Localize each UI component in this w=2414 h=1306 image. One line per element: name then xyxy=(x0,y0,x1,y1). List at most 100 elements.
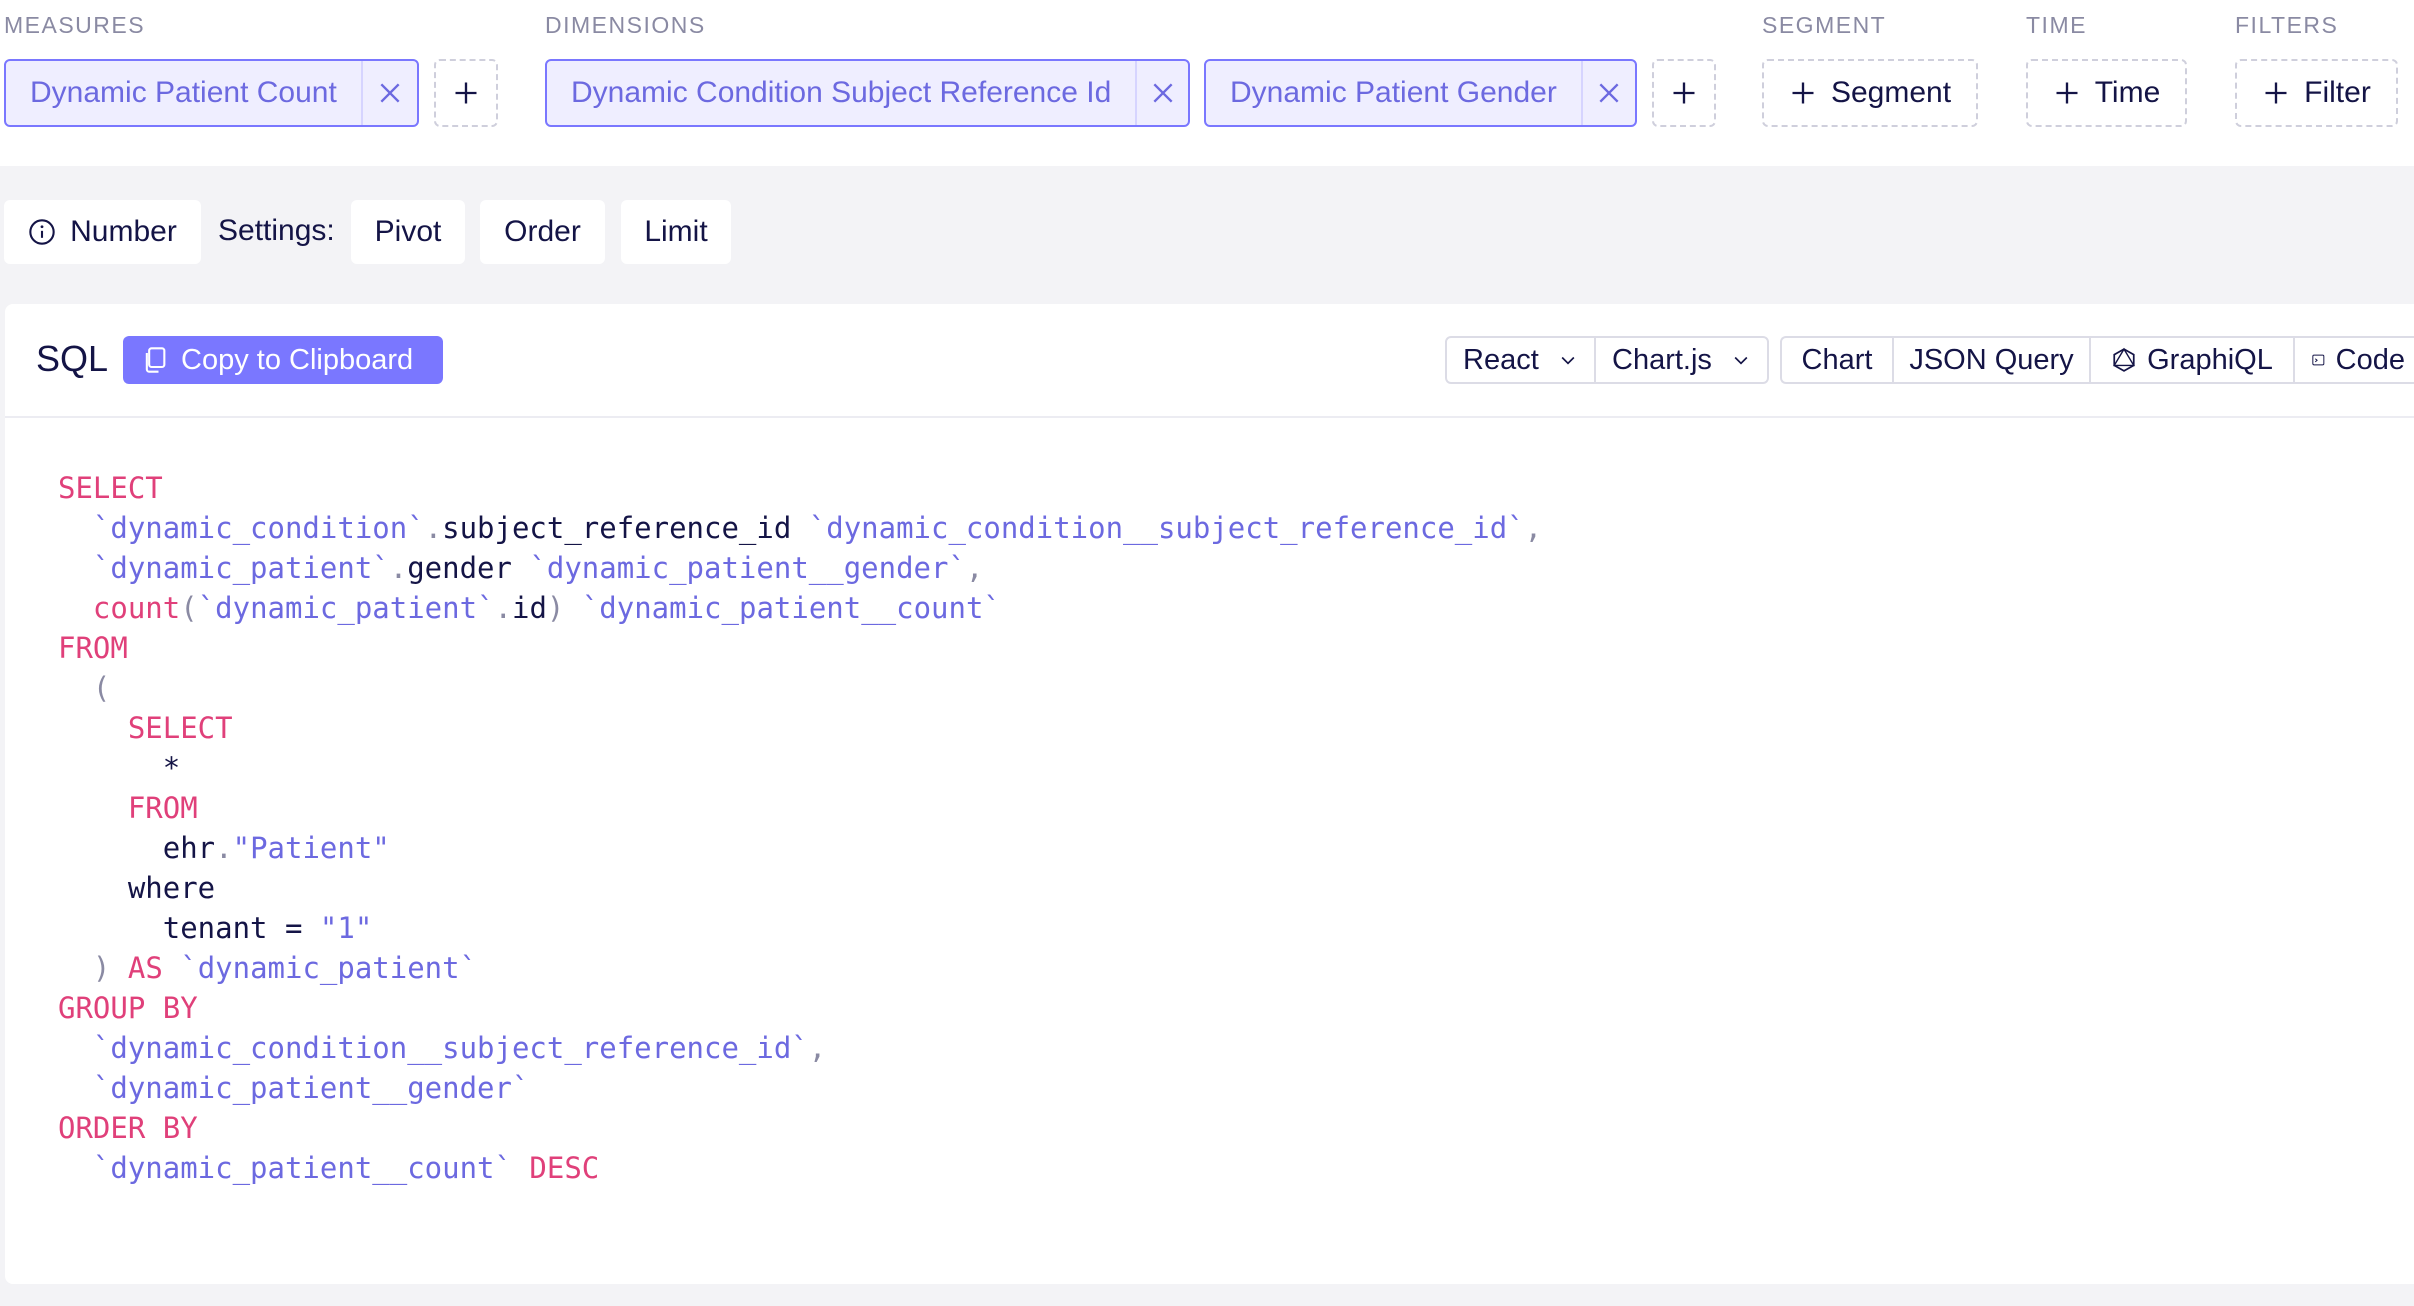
add-measure-button[interactable] xyxy=(434,59,498,127)
chevron-down-icon xyxy=(1734,356,1748,365)
add-time-button[interactable]: Time xyxy=(2026,59,2187,127)
limit-button[interactable]: Limit xyxy=(621,200,731,264)
tab-code[interactable]: Code xyxy=(2293,338,2414,382)
code-token: GROUP BY xyxy=(58,991,198,1025)
copy-to-clipboard-button[interactable]: Copy to Clipboard xyxy=(123,336,443,384)
framework-select[interactable]: React xyxy=(1447,338,1594,382)
copy-to-clipboard-label: Copy to Clipboard xyxy=(181,343,414,376)
sql-code-block: SELECT `dynamic_condition`.subject_refer… xyxy=(58,468,1542,1188)
library-select[interactable]: Chart.js xyxy=(1594,338,1767,382)
close-icon xyxy=(1153,83,1173,103)
dimension-tag[interactable]: Dynamic Condition Subject Reference Id xyxy=(545,59,1190,127)
code-token: DESC xyxy=(529,1151,600,1185)
code-token: AS xyxy=(127,951,163,985)
add-time-label: Time xyxy=(2094,76,2161,109)
code-token: , xyxy=(808,1031,827,1065)
add-segment-label: Segment xyxy=(1830,76,1952,109)
filters-label: FILTERS xyxy=(2235,12,2339,38)
code-token: subject_reference_id xyxy=(442,511,809,545)
sql-title: SQL xyxy=(36,338,109,379)
tab-code-label: Code xyxy=(2335,343,2405,376)
remove-dimension-button[interactable] xyxy=(1580,61,1635,125)
pivot-button[interactable]: Pivot xyxy=(351,200,465,264)
copy-icon xyxy=(145,347,166,373)
tab-json-query[interactable]: JSON Query xyxy=(1892,338,2089,382)
code-line: ( xyxy=(58,668,1542,708)
code-token: . xyxy=(389,551,408,585)
code-token: `dynamic_condition__subject_reference_id… xyxy=(808,511,1525,545)
add-dimension-button[interactable] xyxy=(1652,59,1716,127)
code-line: tenant = "1" xyxy=(58,908,1542,948)
code-line: FROM xyxy=(58,788,1542,828)
code-token: * xyxy=(58,751,181,785)
code-token: ( xyxy=(92,671,111,705)
framework-select-label: React xyxy=(1463,343,1539,376)
dimension-tag-label: Dynamic Patient Gender xyxy=(1230,76,1557,109)
add-segment-button[interactable]: Segment xyxy=(1762,59,1978,127)
code-line: where xyxy=(58,868,1542,908)
info-icon xyxy=(29,219,55,245)
code-line: `dynamic_condition__subject_reference_id… xyxy=(58,1028,1542,1068)
code-line: GROUP BY xyxy=(58,988,1542,1028)
code-token: , xyxy=(965,551,984,585)
plus-icon xyxy=(2265,82,2287,104)
close-icon xyxy=(1599,83,1619,103)
code-line: `dynamic_patient__count` DESC xyxy=(58,1148,1542,1188)
code-token: "Patient" xyxy=(232,831,390,865)
add-filter-button[interactable]: Filter xyxy=(2235,59,2398,127)
code-line: ) AS `dynamic_patient` xyxy=(58,948,1542,988)
order-button[interactable]: Order xyxy=(480,200,605,264)
tab-chart[interactable]: Chart xyxy=(1782,338,1892,382)
code-token: count xyxy=(92,591,181,625)
code-line: `dynamic_condition`.subject_reference_id… xyxy=(58,508,1542,548)
code-token: "1" xyxy=(319,911,373,945)
chart-type-button[interactable]: Number xyxy=(4,200,201,264)
query-builder: MEASURES DIMENSIONS SEGMENT TIME FILTERS… xyxy=(0,0,2414,166)
code-line: `dynamic_patient`.gender `dynamic_patien… xyxy=(58,548,1542,588)
code-token: `dynamic_condition__subject_reference_id… xyxy=(92,1031,809,1065)
code-token: where xyxy=(58,871,216,905)
plus-icon xyxy=(2056,82,2078,104)
measure-tag-label: Dynamic Patient Count xyxy=(30,76,337,109)
time-label: TIME xyxy=(2026,12,2087,38)
plus-icon xyxy=(1792,82,1814,104)
segment-label: SEGMENT xyxy=(1762,12,1887,38)
code-token: ORDER BY xyxy=(58,1111,198,1145)
code-line: SELECT xyxy=(58,708,1542,748)
code-token: `dynamic_patient` xyxy=(197,591,495,625)
graphql-icon xyxy=(2113,347,2136,372)
tab-graphiql[interactable]: GraphiQL xyxy=(2089,338,2293,382)
code-token: SELECT xyxy=(58,471,163,505)
remove-measure-button[interactable] xyxy=(360,61,417,125)
dimension-tag[interactable]: Dynamic Patient Gender xyxy=(1204,59,1637,127)
code-line: `dynamic_patient__gender` xyxy=(58,1068,1542,1108)
code-line: ehr."Patient" xyxy=(58,828,1542,868)
plus-icon xyxy=(1673,82,1695,104)
plus-icon xyxy=(455,82,477,104)
code-token: FROM xyxy=(127,791,198,825)
code-token: SELECT xyxy=(127,711,233,745)
code-line: * xyxy=(58,748,1542,788)
remove-dimension-button[interactable] xyxy=(1135,61,1188,125)
code-token: ( xyxy=(180,591,198,625)
code-line: FROM xyxy=(58,628,1542,668)
measure-tag[interactable]: Dynamic Patient Count xyxy=(4,59,419,127)
code-line: SELECT xyxy=(58,468,1542,508)
close-icon xyxy=(380,83,400,103)
settings-label: Settings: xyxy=(218,214,335,247)
terminal-icon xyxy=(2312,354,2325,366)
code-token: id xyxy=(511,591,547,625)
code-token: `dynamic_patient__gender` xyxy=(529,551,966,585)
code-token: `dynamic_patient__gender` xyxy=(92,1071,530,1105)
